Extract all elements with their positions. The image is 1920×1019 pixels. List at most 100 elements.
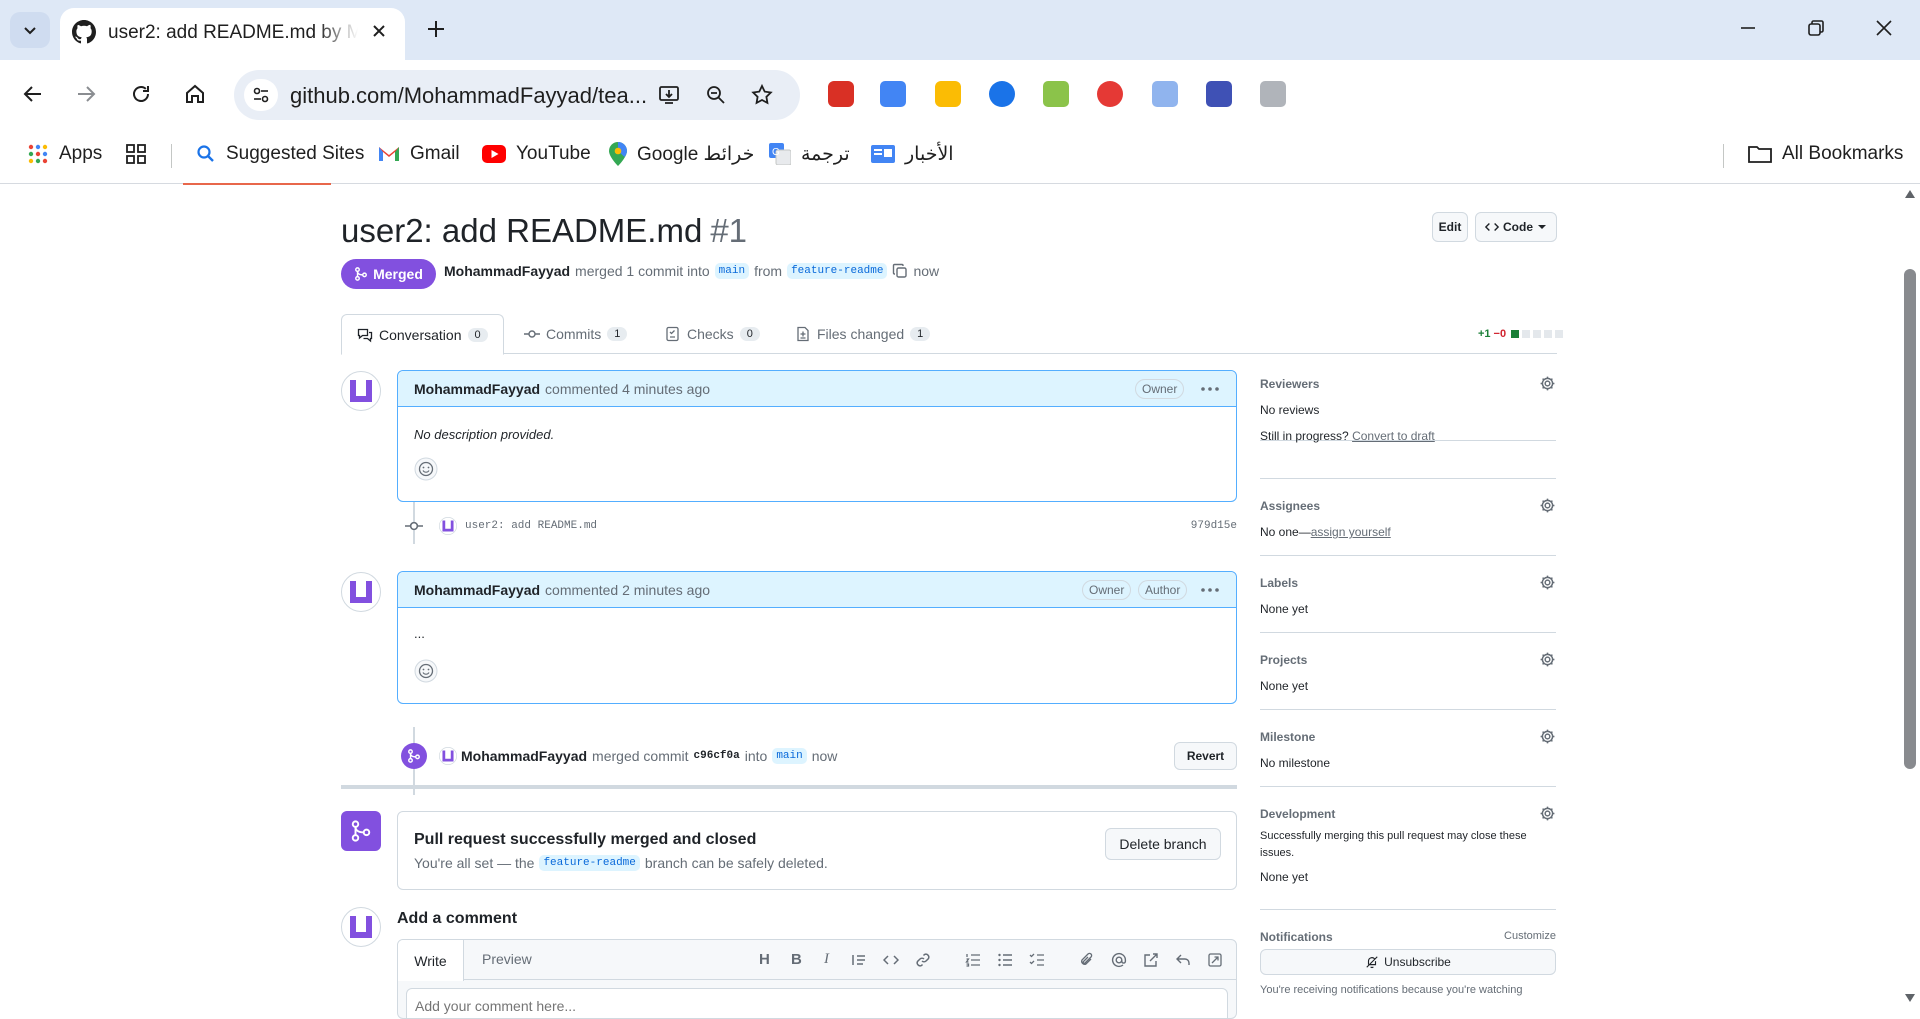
bookmark-google-maps[interactable]: Google خرائط <box>609 140 754 168</box>
bookmark-gmail[interactable]: Gmail <box>378 140 460 168</box>
head-branch[interactable]: feature-readme <box>787 263 888 279</box>
gear-icon[interactable] <box>1539 574 1556 591</box>
sidebar-heading[interactable]: Labels <box>1260 576 1298 590</box>
bookmark-suggested-sites[interactable]: Suggested Sites <box>196 140 364 168</box>
delete-branch-button[interactable]: Delete branch <box>1105 828 1221 860</box>
sidebar-heading[interactable]: Reviewers <box>1260 377 1319 391</box>
bookmark-translate[interactable]: G ترجمة <box>769 140 850 168</box>
mention-icon[interactable] <box>1111 952 1127 968</box>
comment-author[interactable]: MohammadFayyad <box>414 582 540 598</box>
zoom-icon[interactable] <box>704 83 728 107</box>
cross-reference-icon[interactable] <box>1143 952 1159 968</box>
page-scrollbar[interactable] <box>1900 185 1920 1010</box>
italic-icon[interactable]: I <box>824 951 829 968</box>
fullscreen-icon[interactable] <box>1207 952 1223 968</box>
bookmark-news[interactable]: الأخبار <box>871 140 954 168</box>
close-window-icon[interactable] <box>1874 18 1894 38</box>
more-options-icon[interactable] <box>1198 578 1222 602</box>
write-tab[interactable]: Write <box>398 940 464 981</box>
customize-link[interactable]: Customize <box>1504 930 1556 942</box>
extension-adblock-icon[interactable] <box>1097 81 1123 107</box>
gear-icon[interactable] <box>1539 651 1556 668</box>
restore-icon[interactable] <box>1806 18 1826 38</box>
merge-desc-branch[interactable]: feature-readme <box>539 855 640 871</box>
revert-button[interactable]: Revert <box>1174 742 1237 770</box>
commit-avatar[interactable] <box>439 517 457 535</box>
attach-icon[interactable] <box>1079 952 1095 968</box>
reload-icon[interactable] <box>123 76 159 112</box>
merge-branch[interactable]: main <box>772 748 807 764</box>
copy-icon[interactable] <box>892 263 908 279</box>
quote-icon[interactable] <box>851 952 867 968</box>
convert-to-draft-link[interactable]: Convert to draft <box>1352 429 1435 443</box>
sidebar-heading[interactable]: Projects <box>1260 653 1307 667</box>
comment-textarea[interactable] <box>406 988 1228 1018</box>
new-tab-icon[interactable] <box>425 18 447 40</box>
commit-sha[interactable]: 979d15e <box>1191 520 1237 532</box>
bold-icon[interactable]: B <box>791 951 802 968</box>
code-icon[interactable] <box>883 952 899 968</box>
sidebar-heading[interactable]: Assignees <box>1260 499 1320 513</box>
merge-author[interactable]: MohammadFayyad <box>461 748 587 764</box>
add-reaction-icon[interactable] <box>414 457 438 481</box>
link-icon[interactable] <box>915 952 931 968</box>
close-tab-icon[interactable] <box>370 22 388 40</box>
back-icon[interactable] <box>15 76 51 112</box>
install-app-icon[interactable] <box>657 83 681 107</box>
scrollbar-thumb[interactable] <box>1904 269 1916 769</box>
extension-globe-icon[interactable] <box>989 81 1015 107</box>
assign-yourself-link[interactable]: assign yourself <box>1311 525 1391 539</box>
forward-icon[interactable] <box>68 76 104 112</box>
address-bar[interactable]: github.com/MohammadFayyad/tea... <box>234 70 800 120</box>
tab-conversation[interactable]: Conversation 0 <box>341 314 504 355</box>
comment-author[interactable]: MohammadFayyad <box>414 381 540 397</box>
gear-icon[interactable] <box>1539 728 1556 745</box>
home-icon[interactable] <box>177 76 213 112</box>
preview-tab[interactable]: Preview <box>482 951 532 967</box>
apps-grid-icon <box>27 143 49 165</box>
author-link[interactable]: MohammadFayyad <box>444 263 570 279</box>
gear-icon[interactable] <box>1539 497 1556 514</box>
tab-checks[interactable]: Checks 0 <box>665 314 760 354</box>
extension-translate-icon[interactable] <box>880 81 906 107</box>
gear-icon[interactable] <box>1539 805 1556 822</box>
extension-graduation-icon[interactable] <box>1206 81 1232 107</box>
minimize-icon[interactable] <box>1738 18 1758 38</box>
edit-title-button[interactable]: Edit <box>1432 212 1468 242</box>
code-dropdown-button[interactable]: Code <box>1475 212 1557 242</box>
extension-keep-icon[interactable] <box>935 81 961 107</box>
tab-counter: 1 <box>607 327 628 341</box>
tab-commits[interactable]: Commits 1 <box>524 314 628 354</box>
extension-plant-icon[interactable] <box>1043 81 1069 107</box>
tab-groups-icon[interactable] <box>124 140 148 168</box>
merge-avatar[interactable] <box>439 747 457 765</box>
gear-icon[interactable] <box>1539 375 1556 392</box>
extension-puzzle-gray-icon[interactable] <box>1260 81 1286 107</box>
avatar[interactable] <box>341 371 381 411</box>
site-info-icon[interactable] <box>244 79 278 111</box>
all-bookmarks-button[interactable]: All Bookmarks <box>1748 140 1903 168</box>
commit-message[interactable]: user2: add README.md <box>465 520 597 532</box>
bookmark-star-icon[interactable] <box>750 83 774 107</box>
avatar[interactable] <box>341 572 381 612</box>
avatar[interactable] <box>341 907 381 947</box>
ordered-list-icon[interactable] <box>965 952 981 968</box>
task-list-icon[interactable] <box>1029 952 1045 968</box>
reply-icon[interactable] <box>1175 952 1191 968</box>
bookmark-youtube[interactable]: YouTube <box>482 140 591 168</box>
browser-tab-active[interactable]: user2: add README.md by MohammadFayyad <box>60 8 405 60</box>
sidebar-heading[interactable]: Development <box>1260 807 1335 821</box>
heading-icon[interactable]: H <box>759 951 770 968</box>
tab-search-button[interactable] <box>10 12 50 48</box>
sidebar-heading[interactable]: Milestone <box>1260 730 1315 744</box>
add-reaction-icon[interactable] <box>414 659 438 683</box>
unordered-list-icon[interactable] <box>997 952 1013 968</box>
unsubscribe-button[interactable]: Unsubscribe <box>1260 949 1556 975</box>
extension-device-icon[interactable] <box>1152 81 1178 107</box>
base-branch[interactable]: main <box>714 263 750 279</box>
bookmark-apps[interactable]: Apps <box>27 140 102 168</box>
tab-files-changed[interactable]: Files changed 1 <box>795 314 931 354</box>
extension-recorder-icon[interactable] <box>828 81 854 107</box>
more-options-icon[interactable] <box>1198 377 1222 401</box>
merge-sha[interactable]: c96cf0a <box>694 750 740 762</box>
